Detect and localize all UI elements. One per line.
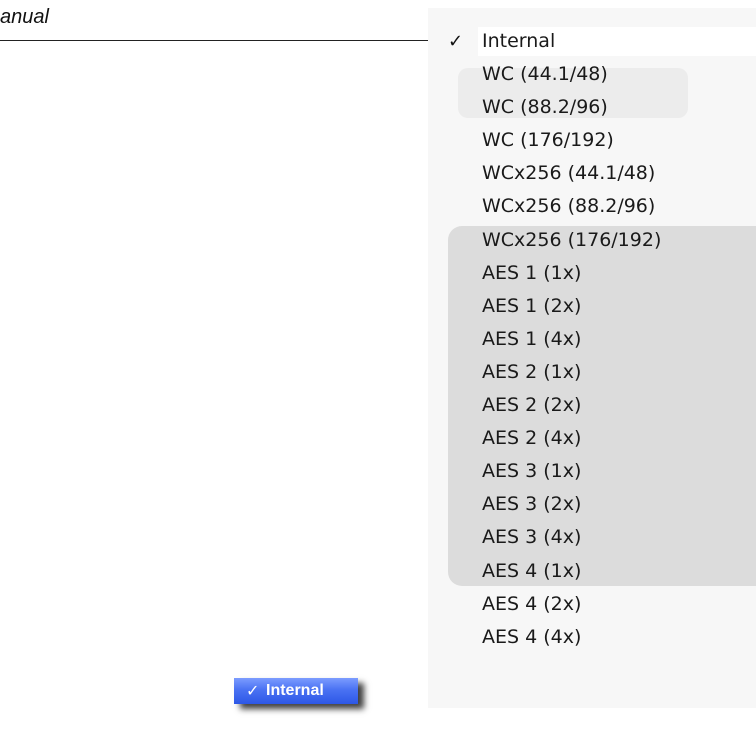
menu-item[interactable]: ✓ Internal: [428, 25, 756, 58]
menu-item[interactable]: WC (176/192): [428, 124, 756, 157]
menu-item-label: AES 4 (4x): [482, 625, 582, 648]
menu-item-label: WC (44.1/48): [482, 63, 608, 86]
menu-item-label: AES 3 (1x): [482, 460, 582, 483]
menu-item-label: AES 4 (1x): [482, 559, 582, 582]
header-rule: [0, 40, 428, 41]
menu-item-label: WCx256 (44.1/48): [482, 162, 656, 185]
menu-item[interactable]: AES 1 (4x): [428, 323, 756, 356]
menu-item-label: WC (88.2/96): [482, 96, 608, 119]
menu-item[interactable]: AES 1 (2x): [428, 290, 756, 323]
menu-item[interactable]: WCx256 (88.2/96): [428, 190, 756, 223]
menu-item[interactable]: AES 4 (4x): [428, 621, 756, 654]
menu-item-label: WC (176/192): [482, 129, 614, 152]
menu-item-label: AES 4 (2x): [482, 592, 582, 615]
menu-item[interactable]: WCx256 (176/192): [428, 224, 756, 257]
page-title: anual: [0, 6, 49, 28]
menu-item-label: AES 1 (2x): [482, 294, 582, 317]
menu-item-label: AES 2 (1x): [482, 360, 582, 383]
menu-item-label: AES 1 (1x): [482, 261, 582, 284]
menu-item-label: WCx256 (176/192): [482, 228, 662, 251]
menu-item[interactable]: AES 2 (2x): [428, 389, 756, 422]
menu-item-label: AES 2 (4x): [482, 427, 582, 450]
menu-item[interactable]: AES 2 (4x): [428, 422, 756, 455]
menu-item-label: AES 2 (2x): [482, 394, 582, 417]
menu-item-label: AES 3 (4x): [482, 526, 582, 549]
menu-items: ✓ Internal WC (44.1/48) WC (88.2/96) WC (176…: [428, 25, 756, 654]
checkmark-icon: ✓: [246, 681, 260, 700]
menu-item[interactable]: AES 3 (1x): [428, 455, 756, 488]
menu-item-label: Internal: [482, 30, 556, 52]
menu-item[interactable]: AES 3 (4x): [428, 521, 756, 554]
menu-item[interactable]: WCx256 (44.1/48): [428, 157, 756, 190]
menu-item[interactable]: AES 2 (1x): [428, 356, 756, 389]
clock-source-menu: ✓ Internal WC (44.1/48) WC (88.2/96) WC (176…: [428, 8, 756, 708]
menu-item[interactable]: WC (44.1/48): [428, 58, 756, 91]
mini-menu-label: Internal: [266, 682, 324, 699]
menu-item-label: WCx256 (88.2/96): [482, 195, 656, 218]
menu-item[interactable]: AES 3 (2x): [428, 488, 756, 521]
checkmark-icon: ✓: [448, 31, 464, 52]
menu-item[interactable]: WC (88.2/96): [428, 91, 756, 124]
menu-item[interactable]: AES 4 (2x): [428, 588, 756, 621]
menu-item[interactable]: AES 1 (1x): [428, 257, 756, 290]
menu-item-label: AES 3 (2x): [482, 493, 582, 516]
menu-item[interactable]: AES 4 (1x): [428, 555, 756, 588]
mini-menu-item-internal[interactable]: ✓ Internal: [234, 678, 358, 704]
menu-item-label: AES 1 (4x): [482, 327, 582, 350]
